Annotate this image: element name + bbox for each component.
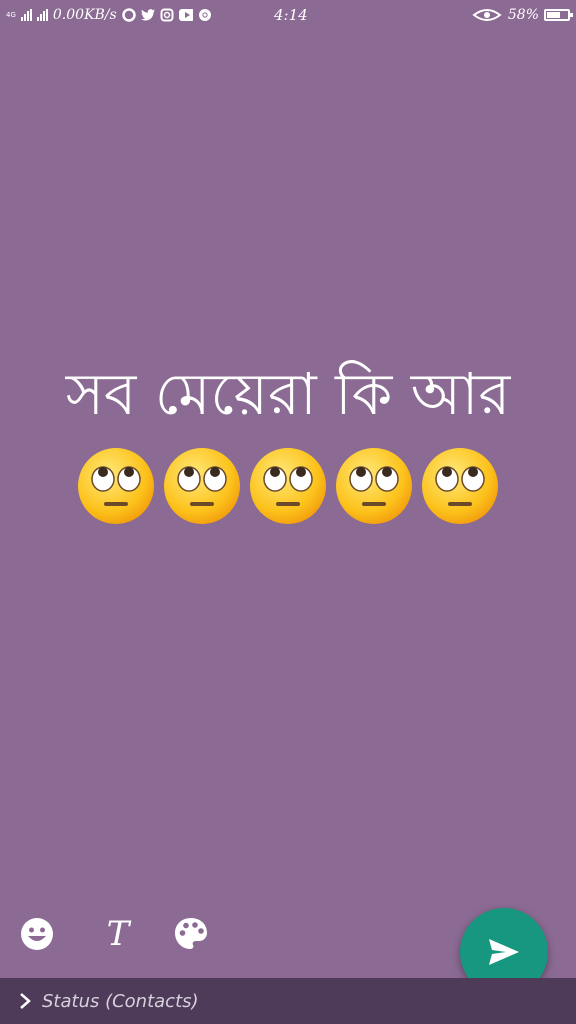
battery-icon bbox=[544, 9, 573, 21]
audience-bar[interactable]: Status (Contacts) bbox=[0, 978, 576, 1024]
chrome-icon bbox=[198, 8, 212, 22]
status-composer[interactable]: সব মেয়েরা কি আর bbox=[40, 350, 536, 526]
chevron-right-icon bbox=[20, 993, 31, 1009]
battery-percent: 58% bbox=[507, 7, 539, 23]
eye-icon bbox=[471, 8, 503, 22]
status-left: 4G 0.00KB/s bbox=[6, 7, 212, 23]
signal-icon-2 bbox=[36, 9, 48, 21]
emoji-icon bbox=[21, 918, 53, 950]
rolling-eyes-emoji-icon bbox=[250, 448, 326, 524]
rolling-eyes-emoji-icon bbox=[336, 448, 412, 524]
instagram-icon bbox=[160, 8, 174, 22]
circle-app-icon bbox=[121, 8, 136, 22]
text-style-button[interactable]: T bbox=[98, 914, 138, 954]
network-type: 4G bbox=[6, 10, 16, 19]
rolling-eyes-emoji-icon bbox=[164, 448, 240, 524]
status-right: 58% bbox=[471, 7, 573, 23]
emoji-button[interactable] bbox=[17, 914, 57, 954]
youtube-icon bbox=[178, 8, 193, 22]
data-rate: 0.00KB/s bbox=[52, 7, 117, 23]
status-bar: 4G 0.00KB/s 4:14 58% bbox=[0, 0, 576, 30]
twitter-icon bbox=[140, 8, 155, 22]
emoji-row bbox=[40, 446, 536, 526]
signal-icon bbox=[20, 9, 32, 21]
palette-icon bbox=[175, 918, 207, 949]
send-icon bbox=[489, 939, 519, 965]
clock: 4:14 bbox=[274, 6, 308, 24]
rolling-eyes-emoji-icon bbox=[422, 448, 498, 524]
status-text[interactable]: সব মেয়েরা কি আর bbox=[40, 350, 536, 438]
text-style-label: T bbox=[106, 914, 130, 954]
color-button[interactable] bbox=[171, 914, 211, 954]
rolling-eyes-emoji-icon bbox=[78, 448, 154, 524]
audience-label: Status (Contacts) bbox=[42, 990, 199, 1012]
